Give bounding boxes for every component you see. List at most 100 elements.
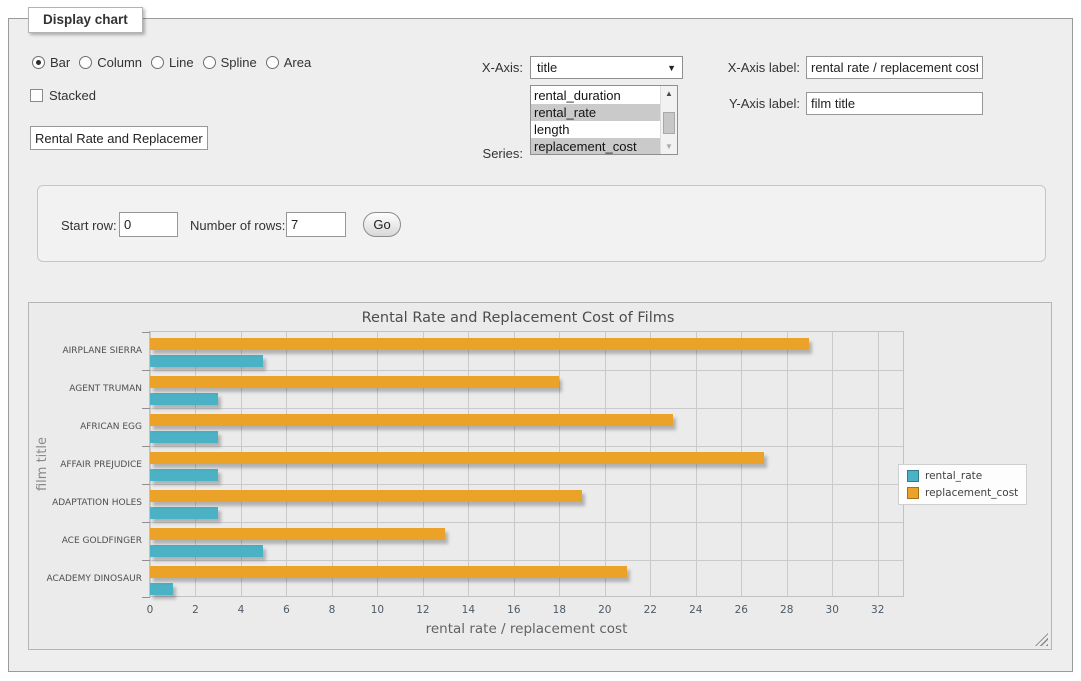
chart-type-label: Column bbox=[97, 55, 142, 70]
chart-plot-area: 02468101214161820222426283032AIRPLANE SI… bbox=[149, 331, 904, 597]
bar-rental_rate bbox=[150, 507, 218, 519]
radio-icon[interactable] bbox=[266, 56, 279, 69]
stacked-label: Stacked bbox=[49, 88, 96, 103]
series-option-replacement_cost[interactable]: replacement_cost bbox=[531, 138, 660, 155]
gridline-vertical bbox=[332, 332, 333, 596]
series-option-length[interactable]: length bbox=[531, 121, 660, 138]
gridline-vertical bbox=[650, 332, 651, 596]
gridline-vertical bbox=[832, 332, 833, 596]
gridline-horizontal bbox=[150, 484, 903, 485]
x-tick-label: 14 bbox=[448, 604, 488, 616]
resize-handle-icon[interactable] bbox=[1035, 633, 1048, 646]
y-tick-mark bbox=[142, 522, 150, 523]
category-label: ACE GOLDFINGER bbox=[32, 536, 142, 546]
bar-rental_rate bbox=[150, 583, 173, 595]
y-tick-mark bbox=[142, 484, 150, 485]
scrollbar-down-icon[interactable]: ▼ bbox=[661, 140, 677, 153]
chart-type-bar[interactable]: Bar bbox=[32, 55, 70, 70]
scrollbar-thumb[interactable] bbox=[663, 112, 675, 134]
bar-replacement_cost bbox=[150, 414, 673, 426]
series-options: rental_durationrental_ratelengthreplacem… bbox=[531, 87, 660, 155]
dropdown-arrow-icon: ▼ bbox=[667, 63, 676, 73]
category-label: AGENT TRUMAN bbox=[32, 384, 142, 394]
y-tick-mark bbox=[142, 446, 150, 447]
gridline-vertical bbox=[696, 332, 697, 596]
panel-legend: Display chart bbox=[28, 7, 143, 33]
series-listbox[interactable]: rental_durationrental_ratelengthreplacem… bbox=[530, 85, 678, 155]
stacked-option[interactable]: Stacked bbox=[30, 88, 96, 103]
series-listbox-label: Series: bbox=[449, 146, 523, 161]
gridline-horizontal bbox=[150, 560, 903, 561]
category-label: ACADEMY DINOSAUR bbox=[32, 574, 142, 584]
x-tick-label: 32 bbox=[858, 604, 898, 616]
radio-icon[interactable] bbox=[79, 56, 92, 69]
bar-rental_rate bbox=[150, 545, 263, 557]
chart-type-radio-group: Bar Column Line Spline Area bbox=[32, 55, 311, 70]
go-button[interactable]: Go bbox=[363, 212, 401, 237]
radio-icon[interactable] bbox=[203, 56, 216, 69]
series-option-rental_rate[interactable]: rental_rate bbox=[531, 104, 660, 121]
y-axis-label-input[interactable] bbox=[806, 92, 983, 115]
start-row-input[interactable] bbox=[119, 212, 178, 237]
bar-replacement_cost bbox=[150, 566, 627, 578]
category-label: AFFAIR PREJUDICE bbox=[32, 460, 142, 470]
gridline-vertical bbox=[559, 332, 560, 596]
gridline-horizontal bbox=[150, 446, 903, 447]
stacked-checkbox[interactable] bbox=[30, 89, 43, 102]
category-label: AIRPLANE SIERRA bbox=[32, 346, 142, 356]
chart-type-spline[interactable]: Spline bbox=[203, 55, 257, 70]
chart-type-label: Area bbox=[284, 55, 311, 70]
x-tick-label: 18 bbox=[539, 604, 579, 616]
chart-type-label: Bar bbox=[50, 55, 70, 70]
gridline-vertical bbox=[423, 332, 424, 596]
gridline-horizontal bbox=[150, 408, 903, 409]
legend-entry-replacement_cost: replacement_cost bbox=[907, 487, 1018, 499]
bar-replacement_cost bbox=[150, 490, 582, 502]
display-chart-panel: Display chart BarColumnLineSplineArea St… bbox=[8, 18, 1073, 672]
page: Display chart Bar Column Line Spline Area St… bbox=[0, 0, 1081, 681]
legend-label: replacement_cost bbox=[925, 487, 1018, 499]
x-tick-label: 28 bbox=[767, 604, 807, 616]
gridline-vertical bbox=[514, 332, 515, 596]
bar-replacement_cost bbox=[150, 452, 764, 464]
x-tick-label: 26 bbox=[721, 604, 761, 616]
x-tick-label: 30 bbox=[812, 604, 852, 616]
x-tick-label: 12 bbox=[403, 604, 443, 616]
legend-swatch bbox=[907, 470, 919, 482]
gridline-vertical bbox=[787, 332, 788, 596]
start-row-label: Start row: bbox=[61, 218, 117, 233]
category-label: AFRICAN EGG bbox=[32, 422, 142, 432]
bar-replacement_cost bbox=[150, 376, 559, 388]
gridline-horizontal bbox=[150, 522, 903, 523]
chart-type-line[interactable]: Line bbox=[151, 55, 194, 70]
bar-rental_rate bbox=[150, 393, 218, 405]
x-axis-select[interactable]: title ▼ bbox=[530, 56, 683, 79]
bar-rental_rate bbox=[150, 431, 218, 443]
series-option-rental_duration[interactable]: rental_duration bbox=[531, 87, 660, 104]
legend-swatch bbox=[907, 487, 919, 499]
x-tick-label: 16 bbox=[494, 604, 534, 616]
radio-icon[interactable] bbox=[151, 56, 164, 69]
y-tick-mark bbox=[142, 370, 150, 371]
chart-type-area[interactable]: Area bbox=[266, 55, 311, 70]
scrollbar-up-icon[interactable]: ▲ bbox=[661, 87, 677, 100]
bar-rental_rate bbox=[150, 469, 218, 481]
y-axis-label-label: Y-Axis label: bbox=[700, 96, 800, 111]
chart-type-label: Spline bbox=[221, 55, 257, 70]
x-tick-label: 6 bbox=[266, 604, 306, 616]
legend-label: rental_rate bbox=[925, 470, 982, 482]
x-tick-label: 22 bbox=[630, 604, 670, 616]
radio-icon[interactable] bbox=[32, 56, 45, 69]
chart-legend: rental_rate replacement_cost bbox=[898, 464, 1027, 505]
y-tick-mark bbox=[142, 408, 150, 409]
series-scrollbar[interactable]: ▲ ▼ bbox=[660, 86, 677, 154]
row-range-panel: Start row: Number of rows: Go bbox=[37, 185, 1046, 262]
gridline-horizontal bbox=[150, 370, 903, 371]
x-axis-label-input[interactable] bbox=[806, 56, 983, 79]
chart-title-input[interactable] bbox=[30, 126, 208, 150]
category-label: ADAPTATION HOLES bbox=[32, 498, 142, 508]
y-tick-mark bbox=[142, 560, 150, 561]
chart-type-column[interactable]: Column bbox=[79, 55, 142, 70]
x-axis-selected-value: title bbox=[537, 60, 557, 75]
number-of-rows-input[interactable] bbox=[286, 212, 346, 237]
